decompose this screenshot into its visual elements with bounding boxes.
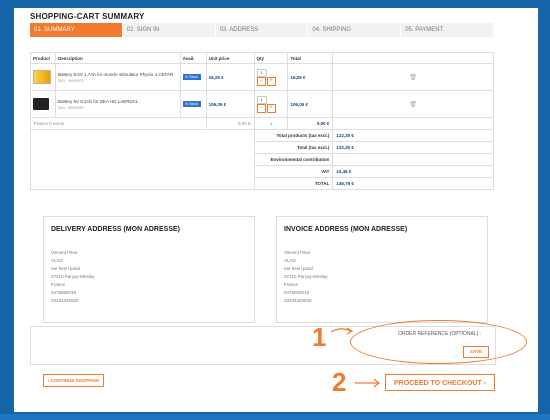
product-sku: SKU : 99999050: [57, 105, 84, 110]
cart-header-row: Product Description Avail. Unit price Qt…: [30, 52, 494, 64]
unit-price: 16,25 €: [205, 63, 255, 91]
col-description: Description: [54, 52, 181, 64]
frame-bottom: [0, 414, 550, 420]
checkout-steps: 01. SUMMARY 02. SIGN IN 03. ADDRESS 04. …: [30, 23, 494, 37]
stock-badge: In Stock: [182, 101, 201, 107]
arrow-right-icon: [355, 378, 380, 388]
address-line: France: [51, 282, 66, 287]
line-total: 16,25 €: [287, 63, 334, 91]
product-thumb-cell: [30, 90, 56, 118]
address-line: VLAD: [51, 258, 63, 263]
product-thumb-cell: [30, 63, 56, 91]
frame-right: [540, 0, 550, 420]
address-line: 33234325625: [51, 298, 79, 303]
cart-table: Product Description Avail. Unit price Qt…: [30, 52, 494, 190]
delivery-address-lines: Vincent Piton VLAD rue henri potal 37210…: [51, 249, 95, 305]
proceed-to-checkout-button[interactable]: PROCEED TO CHECKOUT ›: [385, 374, 495, 391]
minus-icon[interactable]: −: [256, 103, 266, 113]
col-qty: Qty: [253, 52, 289, 64]
frame-top: [0, 0, 550, 8]
address-line: rue henri potal: [51, 266, 80, 271]
plus-icon[interactable]: +: [266, 76, 276, 86]
delivery-address-box: DELIVERY ADDRESS (MON ADRESSE) Vincent P…: [43, 216, 255, 323]
address-line: 37210 Parçay-Meslay: [51, 274, 95, 279]
annotation-number-1: 1: [312, 322, 327, 352]
address-line: Vincent Piton: [51, 250, 78, 255]
address-line: VLAD: [284, 258, 296, 263]
qty-input[interactable]: 1: [256, 95, 267, 104]
product-image[interactable]: [33, 98, 49, 110]
product-sku: SKU : 99999070: [57, 78, 84, 83]
invoice-address-box: INVOICE ADDRESS (MON ADRESSE) Vincent Pi…: [276, 216, 488, 323]
highlight-ellipse: [350, 320, 527, 364]
col-avail: Avail.: [179, 52, 207, 64]
line-total: 106,05 €: [287, 90, 334, 118]
qty-cell: 1 − +: [253, 63, 289, 91]
table-row: Battery 9V 8.2Ah for DEA HD LAERDAL SKU …: [30, 90, 494, 118]
product-desc-cell: Battery 9.6V 1.7Ah for muscle stimulator…: [54, 63, 181, 91]
product-desc-cell: Battery 9V 8.2Ah for DEA HD LAERDAL SKU …: [54, 90, 181, 118]
stock-badge: In Stock: [182, 74, 201, 80]
env-contribution-label: Environmental contribution: [253, 153, 334, 166]
product-image[interactable]: [33, 70, 51, 84]
address-line: France: [284, 282, 299, 287]
shipping-row: Franco 0 euros 0,00 € 1 0,00 €: [30, 117, 494, 130]
plus-icon[interactable]: +: [266, 103, 276, 113]
grand-total-value: 146,75 €: [332, 177, 494, 190]
shipping-total: 0,00 €: [287, 117, 334, 130]
qty-cell: 1 − +: [253, 90, 289, 118]
continue-shopping-button[interactable]: ‹ CONTINUE SHOPPING: [43, 374, 105, 387]
unit-price: 106,05 €: [205, 90, 255, 118]
product-name[interactable]: Battery 9.6V 1.7Ah for muscle stimulator…: [58, 72, 178, 77]
page-title: SHOPPING-CART SUMMARY: [30, 12, 145, 21]
col-actions: [332, 52, 494, 64]
summary-row: Total products (tax excl.) 122,30 €: [30, 129, 494, 190]
avail-cell: In Stock: [179, 90, 207, 118]
arrow-right-icon: [330, 327, 354, 335]
trash-icon[interactable]: 🗑: [332, 90, 494, 118]
total-products-label: Total products (tax excl.): [253, 129, 334, 142]
step-payment[interactable]: 05. PAYMENT: [401, 23, 493, 37]
address-line: 33234325625: [284, 298, 312, 303]
summary-spacer: [30, 129, 255, 190]
address-line: 0475865019: [284, 290, 310, 295]
frame-left: [0, 0, 14, 420]
delivery-address-title: DELIVERY ADDRESS (MON ADRESSE): [51, 226, 180, 233]
shipping-price: 0,00 €: [205, 117, 255, 130]
address-line: Vincent Piton: [284, 250, 311, 255]
annotation-number-2: 2: [332, 367, 347, 397]
shipping-label: Franco 0 euros: [30, 117, 207, 130]
qty-input[interactable]: 1: [256, 68, 267, 77]
invoice-address-lines: Vincent Piton VLAD rue henri potal 37210…: [284, 249, 328, 305]
total-tax-excl-value: 122,30 €: [332, 141, 494, 154]
total-tax-excl-label: Total (tax excl.): [253, 141, 334, 154]
step-shipping[interactable]: 04. SHIPPING: [308, 23, 401, 37]
address-line: 37210 Parçay-Meslay: [284, 274, 328, 279]
col-total: Total: [287, 52, 334, 64]
minus-icon[interactable]: −: [256, 76, 266, 86]
step-sign-in[interactable]: 02. SIGN IN: [122, 23, 215, 37]
trash-icon[interactable]: 🗑: [332, 63, 494, 91]
empty-cell: [332, 117, 494, 130]
avail-cell: In Stock: [179, 63, 207, 91]
invoice-address-title: INVOICE ADDRESS (MON ADRESSE): [284, 226, 408, 233]
col-unit-price: Unit price: [205, 52, 255, 64]
env-contribution-value: [332, 153, 494, 166]
shipping-qty: 1: [253, 117, 289, 130]
step-address[interactable]: 03. ADDRESS: [215, 23, 308, 37]
table-row: Battery 9.6V 1.7Ah for muscle stimulator…: [30, 63, 494, 91]
product-name[interactable]: Battery 9V 8.2Ah for DEA HD LAERDAL: [58, 99, 178, 104]
address-line: rue henri potal: [284, 266, 313, 271]
address-line: 0475865019: [51, 290, 77, 295]
vat-value: 24,45 €: [332, 165, 494, 178]
step-summary[interactable]: 01. SUMMARY: [30, 23, 122, 37]
grand-total-label: TOTAL: [253, 177, 334, 190]
col-product: Product: [30, 52, 56, 64]
total-products-value: 122,30 €: [332, 129, 494, 142]
vat-label: VAT: [253, 165, 334, 178]
